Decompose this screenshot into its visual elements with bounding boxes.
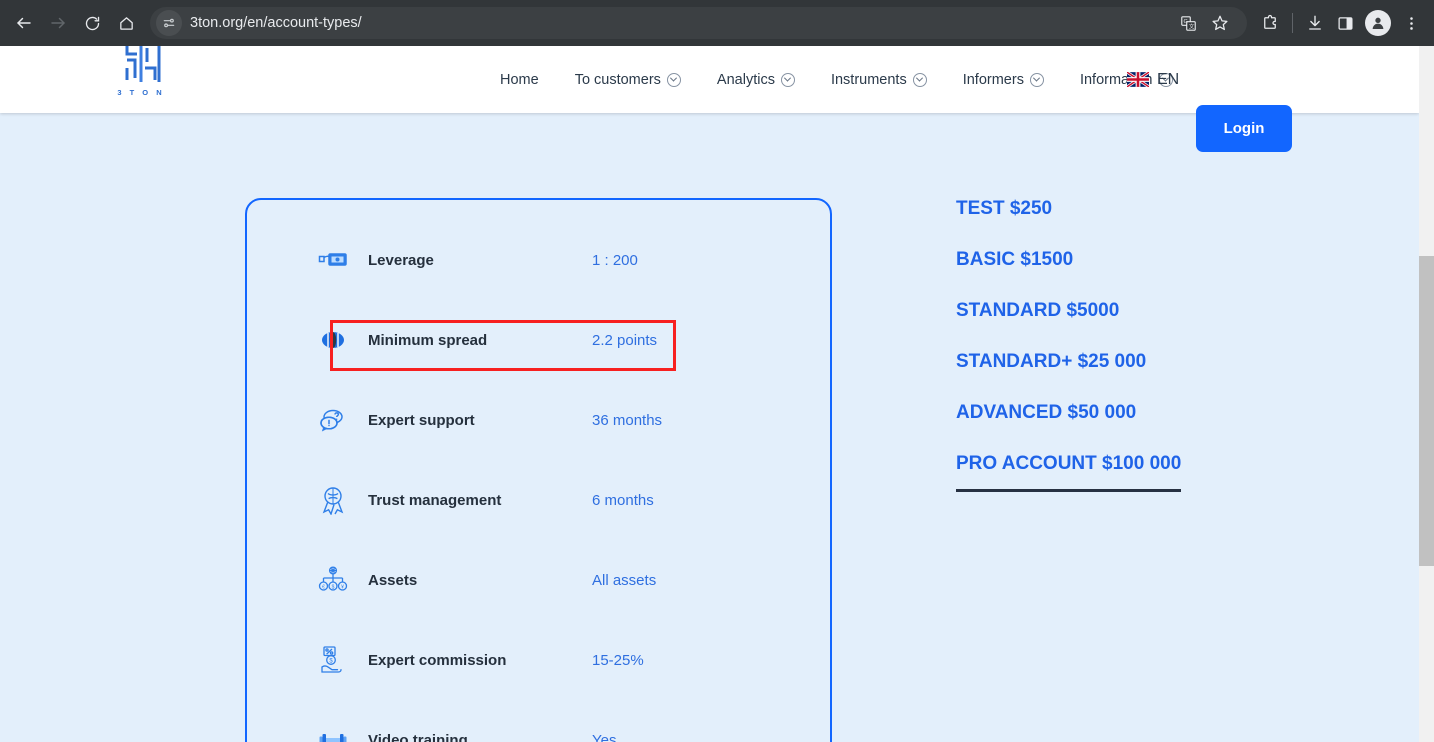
language-selector[interactable]: EN: [1127, 46, 1179, 113]
spec-value: 6 months: [592, 491, 654, 509]
toolbar-divider: [1292, 13, 1293, 33]
account-type-standard-plus[interactable]: STANDARD+ $25 000: [956, 351, 1146, 373]
side-panel-icon[interactable]: [1330, 8, 1360, 38]
extensions-icon[interactable]: [1255, 8, 1285, 38]
chrome-menu-icon[interactable]: [1396, 8, 1426, 38]
account-type-basic[interactable]: BASIC $1500: [956, 249, 1073, 271]
spec-label: Minimum spread: [368, 331, 488, 349]
browser-toolbar: 3ton.org/en/account-types/ G 文: [0, 0, 1434, 46]
uk-flag-icon: [1127, 72, 1149, 87]
account-type-advanced[interactable]: ADVANCED $50 000: [956, 402, 1136, 424]
nav-label: To customers: [574, 71, 661, 88]
web-page: 3 T O N Home To customers Analytics Inst…: [0, 46, 1419, 742]
chevron-down-icon: [666, 72, 681, 87]
site-header: 3 T O N Home To customers Analytics Inst…: [0, 46, 1419, 152]
chevron-down-icon: [780, 72, 795, 87]
url-text: 3ton.org/en/account-types/: [190, 15, 362, 31]
account-spec-card: Leverage 1 : 200 Minimum spread 2.2 poin…: [245, 198, 832, 742]
nav-item-home[interactable]: Home: [500, 72, 539, 88]
account-types-list: TEST $250 BASIC $1500 STANDARD $5000 STA…: [956, 198, 1286, 521]
spec-value: All assets: [592, 571, 657, 589]
spec-label: Video training: [368, 731, 468, 742]
trust-management-award-icon: [316, 483, 350, 517]
leverage-banknote-icon: [316, 243, 350, 277]
site-navigation: Home To customers Analytics Instruments …: [500, 46, 1173, 113]
logo-wordmark: 3 T O N: [117, 88, 165, 97]
reload-button[interactable]: [76, 7, 108, 39]
chevron-down-icon: [912, 72, 927, 87]
spec-label: Trust management: [368, 491, 502, 509]
account-type-standard[interactable]: STANDARD $5000: [956, 300, 1119, 322]
spec-value: Yes: [592, 731, 617, 742]
nav-item-to-customers[interactable]: To customers: [575, 72, 681, 88]
spec-value: 2.2 points: [592, 331, 658, 349]
expert-commission-hand-money-icon: $: [316, 643, 350, 677]
spec-label: Expert support: [368, 411, 475, 429]
site-logo[interactable]: 3 T O N: [114, 46, 168, 97]
address-bar[interactable]: 3ton.org/en/account-types/ G 文: [150, 7, 1247, 39]
account-type-pro-account[interactable]: PRO ACCOUNT $100 000: [956, 453, 1182, 492]
nav-label: Informers: [962, 71, 1024, 88]
svg-text:¥: ¥: [341, 585, 344, 591]
logo-mark-icon: [125, 46, 161, 82]
back-button[interactable]: [8, 7, 40, 39]
svg-text:$: $: [332, 585, 335, 591]
bookmark-star-icon[interactable]: [1205, 8, 1235, 38]
spread-icon: [316, 323, 350, 357]
site-info-icon[interactable]: [156, 10, 182, 36]
account-type-test[interactable]: TEST $250: [956, 198, 1052, 220]
spec-row-expert-commission[interactable]: $ Expert commission 15-25%: [247, 620, 830, 700]
spec-row-list: Leverage 1 : 200 Minimum spread 2.2 poin…: [247, 200, 830, 742]
svg-text:€: €: [322, 585, 325, 591]
assets-network-icon: € $ ¥: [316, 563, 350, 597]
spec-value: 1 : 200: [592, 251, 638, 269]
nav-label: Analytics: [716, 71, 775, 88]
spec-value: 36 months: [592, 411, 663, 429]
nav-label: Instruments: [830, 71, 907, 88]
spec-value: 15-25%: [592, 651, 644, 669]
spec-row-video-training[interactable]: Video training Yes: [247, 700, 830, 742]
expert-support-chat-icon: [316, 403, 350, 437]
scrollbar-thumb[interactable]: [1419, 256, 1434, 566]
spec-label: Expert commission: [368, 651, 507, 669]
spec-row-minimum-spread[interactable]: Minimum spread 2.2 points: [247, 300, 830, 380]
page-scrollbar[interactable]: [1419, 46, 1434, 742]
spec-row-expert-support[interactable]: Expert support 36 months: [247, 380, 830, 460]
nav-label: Home: [500, 71, 539, 88]
login-button[interactable]: Login: [1196, 105, 1292, 152]
spec-row-leverage[interactable]: Leverage 1 : 200: [247, 220, 830, 300]
forward-button[interactable]: [42, 7, 74, 39]
home-button[interactable]: [110, 7, 142, 39]
language-label: EN: [1157, 70, 1180, 88]
profile-avatar[interactable]: [1365, 10, 1391, 36]
spec-row-assets[interactable]: € $ ¥ Assets All assets: [247, 540, 830, 620]
nav-item-informers[interactable]: Informers: [963, 72, 1044, 88]
nav-item-analytics[interactable]: Analytics: [717, 72, 795, 88]
browser-actions: [1255, 8, 1426, 38]
spec-row-trust-management[interactable]: Trust management 6 months: [247, 460, 830, 540]
video-training-dumbbell-icon: [316, 723, 350, 742]
translate-icon[interactable]: G 文: [1173, 8, 1203, 38]
downloads-icon[interactable]: [1300, 8, 1330, 38]
spec-label: Leverage: [368, 251, 434, 269]
page-viewport: 3 T O N Home To customers Analytics Inst…: [0, 46, 1434, 742]
chevron-down-icon: [1029, 72, 1044, 87]
spec-label: Assets: [368, 571, 418, 589]
nav-item-instruments[interactable]: Instruments: [831, 72, 927, 88]
